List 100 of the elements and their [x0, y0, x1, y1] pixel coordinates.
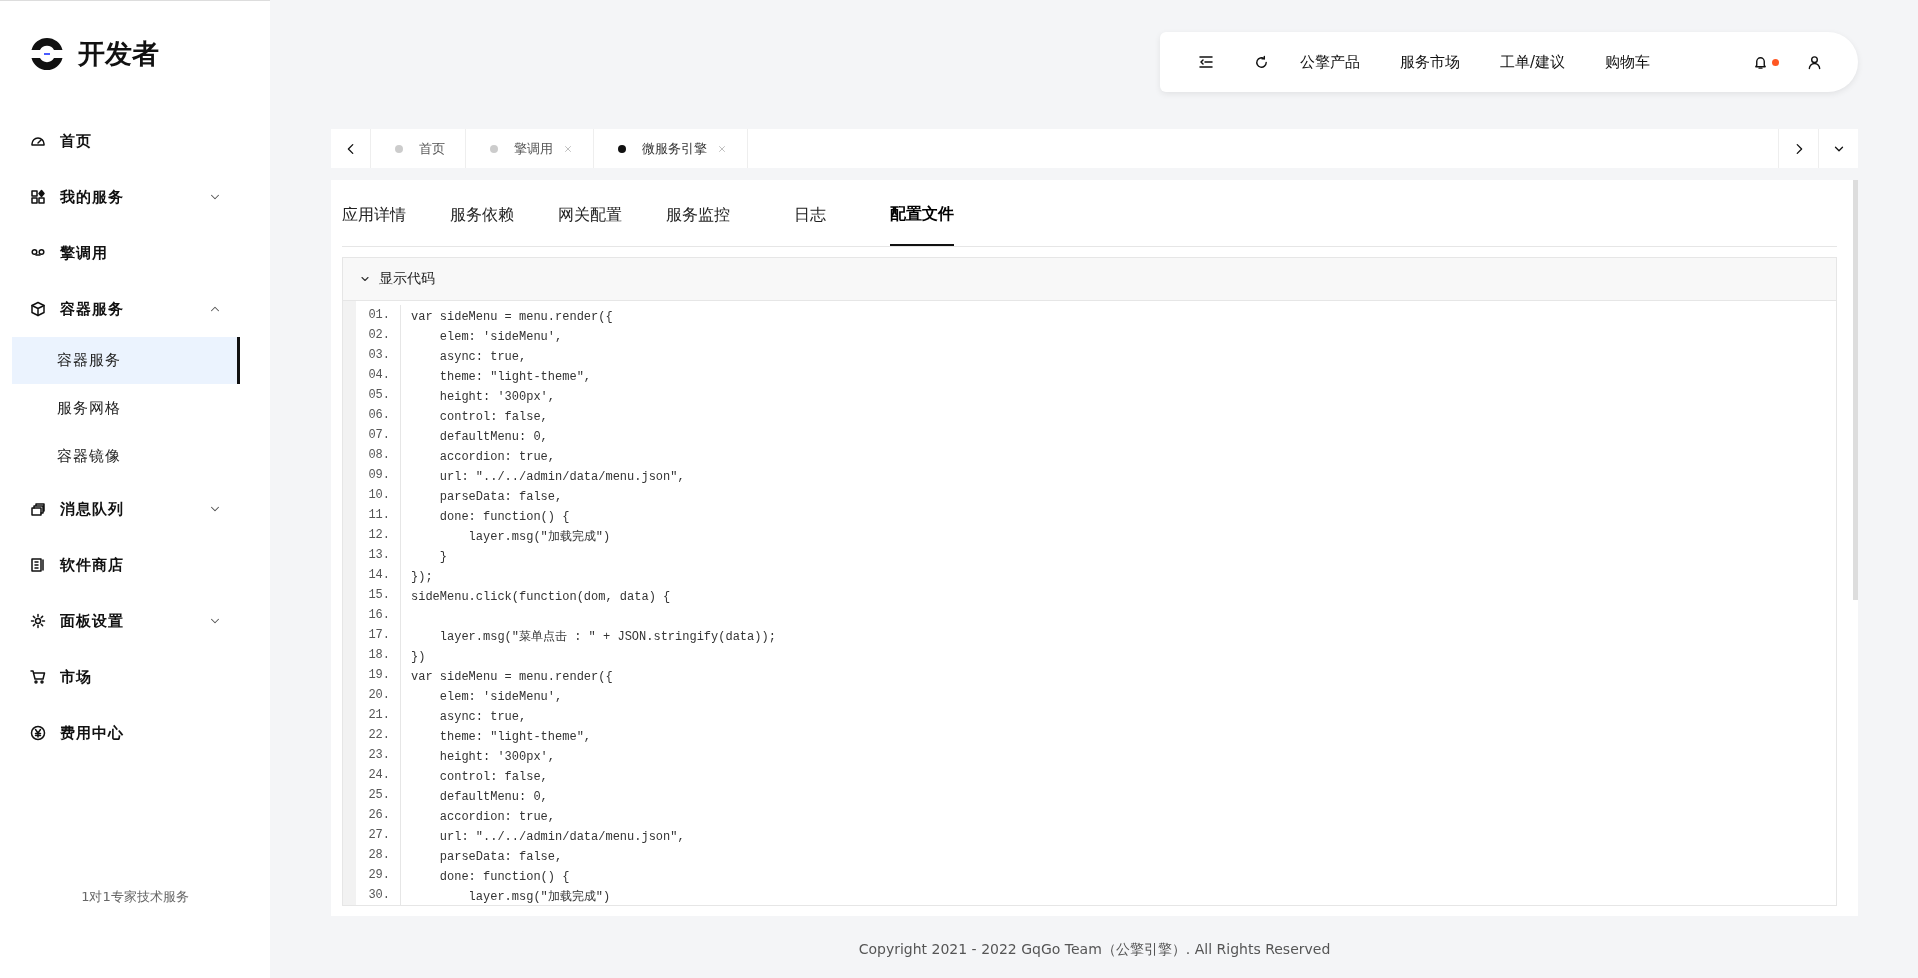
line-number: 18. — [356, 645, 401, 665]
menu-fold-icon[interactable] — [1198, 54, 1214, 70]
code-line: parseData: false, — [438, 849, 563, 866]
line-number: 17. — [356, 625, 401, 645]
line-number: 11. — [356, 505, 401, 525]
line-number: 24. — [356, 765, 401, 785]
content-tab[interactable]: 应用详情 — [342, 180, 406, 246]
menu-item[interactable]: 面板设置 — [0, 593, 240, 649]
code-line: }) — [411, 649, 426, 666]
code-line: elem: 'sideMenu', — [438, 689, 563, 706]
line-number: 08. — [356, 445, 401, 465]
code-header[interactable]: 显示代码 — [343, 258, 1836, 301]
page-tab[interactable]: 首页 — [371, 129, 466, 168]
code-line: parseData: false, — [438, 489, 563, 506]
code-line: control: false, — [438, 769, 548, 786]
line-number: 06. — [356, 405, 401, 425]
code-line: layer.msg("加载完成") — [467, 529, 611, 546]
list-icon — [30, 557, 46, 573]
line-number: 22. — [356, 725, 401, 745]
line-number: 10. — [356, 485, 401, 505]
logo-icon — [30, 37, 64, 71]
page-tab[interactable]: 微服务引擎 — [594, 129, 748, 168]
nav-link[interactable]: 公擎产品 — [1300, 52, 1360, 72]
code-line: defaultMenu: 0, — [438, 789, 548, 806]
code-line: async: true, — [438, 349, 527, 366]
content-tab[interactable]: 服务依赖 — [450, 180, 514, 246]
line-number: 05. — [356, 385, 401, 405]
line-number: 29. — [356, 865, 401, 885]
line-number: 01. — [356, 305, 401, 325]
dot-icon — [490, 144, 498, 153]
cube-icon — [30, 301, 46, 317]
menu-item[interactable]: 擎调用 — [0, 225, 240, 281]
line-number: 19. — [356, 665, 401, 685]
nav-link[interactable]: 购物车 — [1605, 52, 1651, 72]
line-number: 13. — [356, 545, 401, 565]
dot-icon — [395, 144, 403, 153]
line-number: 04. — [356, 365, 401, 385]
code-line: elem: 'sideMenu', — [438, 329, 563, 346]
line-number: 21. — [356, 705, 401, 725]
menu-item[interactable]: 我的服务 — [0, 169, 240, 225]
menu-item[interactable]: 容器服务 — [0, 281, 240, 337]
brand-title: 开发者 — [78, 37, 159, 71]
line-number: 12. — [356, 525, 401, 545]
code-line: var sideMenu = menu.render({ — [411, 309, 613, 326]
line-number: 16. — [356, 605, 401, 625]
bell-icon[interactable] — [1753, 54, 1768, 70]
refresh-icon[interactable] — [1254, 54, 1269, 70]
code-line: defaultMenu: 0, — [438, 429, 548, 446]
user-icon[interactable] — [1807, 54, 1822, 70]
code-line: var sideMenu = menu.render({ — [411, 669, 613, 686]
line-number: 15. — [356, 585, 401, 605]
copyright-text: Copyright 2021 - 2022 GqGo Team（公擎引擎）. All Rights Reserved — [858, 941, 1331, 959]
support-link[interactable]: 1对1专家技术服务 — [81, 889, 189, 904]
code-line: url: "../../admin/data/menu.json", — [438, 829, 685, 846]
code-line: height: '300px', — [438, 389, 556, 406]
code-line: layer.msg("菜单点击 : " + JSON.stringify(data)); — [438, 629, 776, 646]
close-icon[interactable] — [563, 143, 573, 154]
line-number: 14. — [356, 565, 401, 585]
yen-icon — [30, 725, 46, 741]
menu-item[interactable]: 消息队列 — [0, 481, 240, 537]
nav-link[interactable]: 工单/建议 — [1500, 52, 1566, 72]
code-line: } — [438, 549, 447, 566]
line-number: 23. — [356, 745, 401, 765]
code-line: async: true, — [438, 709, 527, 726]
code-line: layer.msg("加载完成") — [467, 889, 611, 906]
code-line: accordion: true, — [438, 809, 556, 826]
line-number: 25. — [356, 785, 401, 805]
line-number: 09. — [356, 465, 401, 485]
content-tab[interactable]: 网关配置 — [558, 180, 622, 246]
code-line: control: false, — [438, 409, 548, 426]
code-line: sideMenu.click(function(dom, data) { — [411, 589, 671, 606]
line-number: 07. — [356, 425, 401, 445]
submenu-item[interactable]: 服务网格 — [12, 385, 240, 432]
line-number: 30. — [356, 885, 401, 905]
code-line: }); — [411, 569, 433, 586]
page-tab[interactable]: 擎调用 — [466, 129, 594, 168]
line-number: 02. — [356, 325, 401, 345]
menu-item[interactable]: 软件商店 — [0, 537, 240, 593]
content-tab[interactable]: 日志 — [794, 180, 826, 246]
line-number: 20. — [356, 685, 401, 705]
content-tab[interactable]: 服务监控 — [666, 180, 730, 246]
code-line: theme: "light-theme", — [438, 729, 592, 746]
grid-icon — [30, 189, 46, 205]
menu-item[interactable]: 费用中心 — [0, 705, 240, 761]
submenu-item[interactable]: 容器镜像 — [12, 433, 240, 480]
stack-icon — [30, 501, 46, 517]
menu-item[interactable]: 首页 — [0, 113, 240, 169]
code-line: done: function() { — [438, 509, 570, 526]
code-line: done: function() { — [438, 869, 570, 886]
menu-item[interactable]: 市场 — [0, 649, 240, 705]
nav-link[interactable]: 服务市场 — [1400, 52, 1460, 72]
content-tab[interactable]: 配置文件 — [890, 180, 954, 246]
code-line: theme: "light-theme", — [438, 369, 592, 386]
close-icon[interactable] — [717, 143, 727, 154]
line-number: 26. — [356, 805, 401, 825]
submenu-item[interactable]: 容器服务 — [12, 337, 240, 384]
line-number: 03. — [356, 345, 401, 365]
scrollbar[interactable] — [1853, 180, 1858, 600]
line-number: 27. — [356, 825, 401, 845]
dot-icon — [618, 144, 626, 153]
